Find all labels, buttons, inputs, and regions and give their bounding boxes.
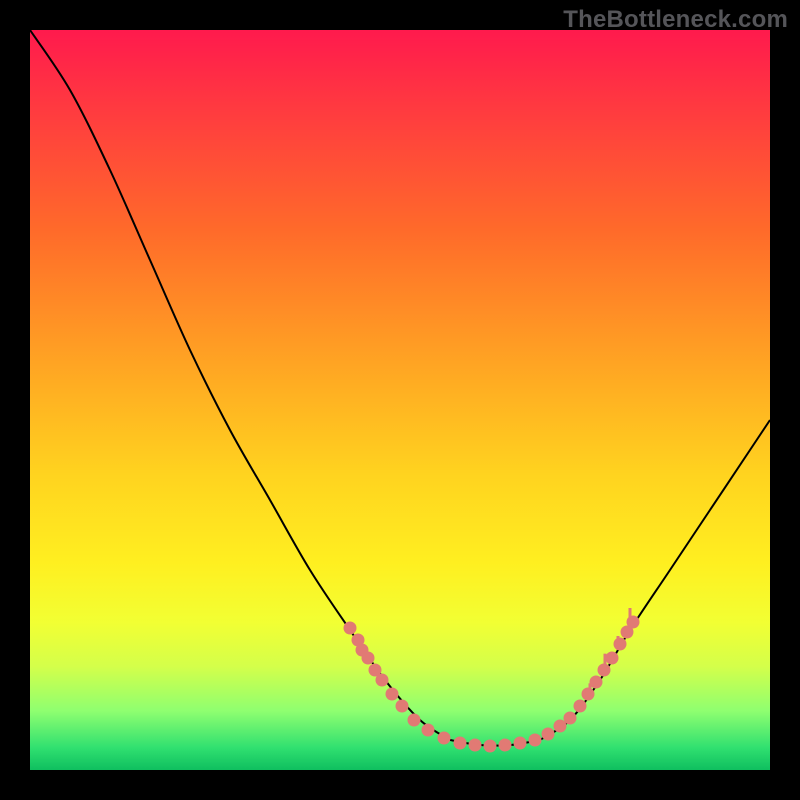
marker-dot [574,700,587,713]
marker-dot [627,616,640,629]
marker-dot [542,728,555,741]
marker-dot [514,737,527,750]
right-branch-curve [540,420,770,740]
marker-dot [422,724,435,737]
marker-dot [454,737,467,750]
marker-dot [344,622,357,635]
marker-dot [614,638,627,651]
spike-marker [617,636,620,650]
marker-dot [408,714,421,727]
spike-marker [589,683,592,693]
watermark-text: TheBottleneck.com [563,6,788,34]
marker-dot [564,712,577,725]
marker-dot [469,739,482,752]
plot-area [30,30,770,770]
marker-dot [499,739,512,752]
bottleneck-curve-chart [30,30,770,770]
marker-dot [582,688,595,701]
marker-dot [386,688,399,701]
marker-dot [396,700,409,713]
marker-dot [484,740,497,753]
spike-marker [604,654,607,672]
marker-dot [376,674,389,687]
marker-dot [362,652,375,665]
marker-dot [438,732,451,745]
left-branch-curve [30,30,450,740]
marker-dot [606,652,619,665]
marker-dot [529,734,542,747]
spike-marker [629,608,632,630]
